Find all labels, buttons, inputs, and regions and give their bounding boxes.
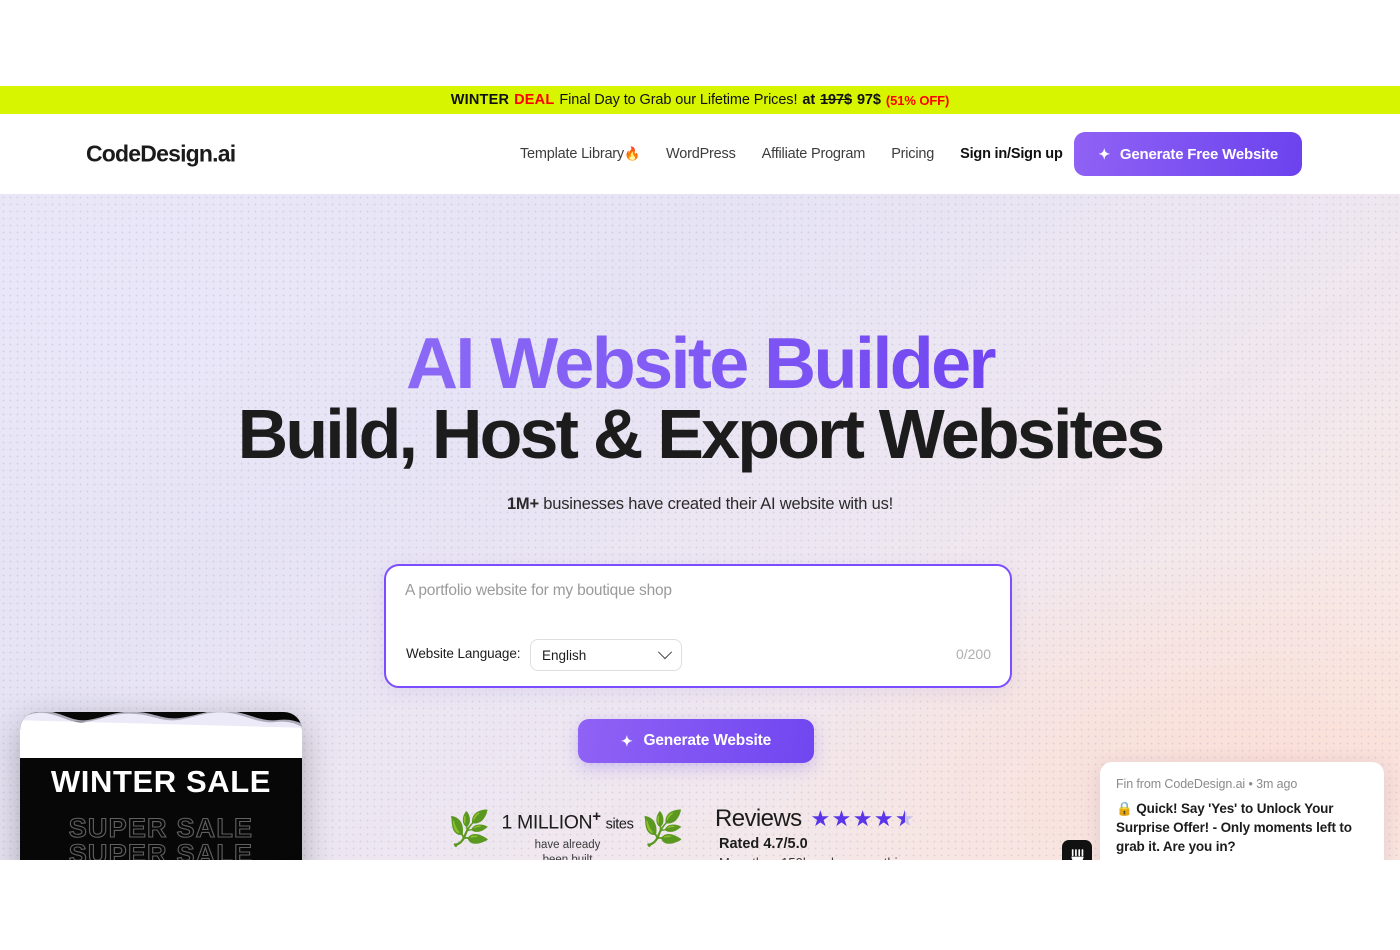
promo-banner[interactable]: WINTER DEAL Final Day to Grab our Lifeti… — [0, 86, 1400, 114]
character-counter: 0/200 — [955, 646, 991, 662]
promo-at-label: at — [802, 92, 816, 108]
website-language-label: Website Language: — [406, 646, 521, 661]
sparkle-icon: ✦ — [621, 733, 633, 749]
million-sub-line2: been built — [490, 853, 645, 860]
hero-title-gradient: AI Website Builder — [0, 328, 1400, 400]
hero-subtitle-count: 1M+ — [506, 495, 539, 513]
hero-subtitle-text: businesses have created their AI website… — [538, 495, 894, 513]
fin-avatar — [1062, 840, 1092, 860]
nav-label-template-library: Template Library — [520, 146, 624, 162]
ghost-line: SUPER SALE — [68, 839, 254, 860]
million-number: 1 MILLION — [501, 811, 593, 834]
million-text-group: 1 MILLION+ sites have already been built — [490, 808, 645, 860]
winter-sale-title: WINTER SALE — [50, 764, 272, 799]
nav-item-sign-in-sign-up[interactable]: Sign in/Sign up — [960, 146, 1063, 162]
star-icon: ★ — [873, 806, 894, 831]
hero-section: AI Website Builder Build, Host & Export … — [0, 194, 1400, 860]
rated-value: Rated 4.7/5.0 — [719, 836, 808, 852]
prompt-placeholder[interactable]: A portfolio website for my boutique shop — [405, 582, 672, 600]
website-language-value: English — [542, 647, 587, 663]
star-icon: ★ — [831, 806, 852, 831]
chevron-down-icon — [657, 645, 673, 660]
generate-free-website-button[interactable]: ✦ Generate Free Website — [1074, 132, 1302, 176]
half-star-icon: ★ ★ — [895, 806, 915, 831]
star-rating: ★ ★ ★ ★ ★ ★ — [811, 808, 916, 830]
million-sub-line1: have already — [534, 838, 601, 851]
promo-deal-text: DEAL — [514, 92, 555, 108]
prompt-input-box[interactable]: A portfolio website for my boutique shop… — [384, 564, 1012, 688]
promo-old-price: 197$ — [820, 92, 852, 108]
browser-viewport: WINTER DEAL Final Day to Grab our Lifeti… — [0, 0, 1400, 950]
promo-message: Final Day to Grab our Lifetime Prices! — [559, 92, 798, 108]
generate-website-button[interactable]: ✦ Generate Website — [578, 719, 814, 763]
nav-item-pricing[interactable]: Pricing — [891, 146, 934, 162]
star-icon: ★ — [852, 806, 873, 831]
million-sites-block: 🌿 🌿 1 MILLION+ sites have already been b… — [444, 808, 684, 860]
star-icon: ★ — [810, 806, 831, 831]
nav-item-affiliate-program[interactable]: Affiliate Program — [762, 146, 866, 162]
snow-decoration — [20, 712, 302, 758]
winter-sale-popup[interactable]: ✕ WINTER SALE SUPER SALE SUPER SALE SUPE… — [20, 712, 302, 860]
reviews-block: Reviews ★ ★ ★ ★ ★★ Rated 4.7/5.0 More th… — [715, 805, 1015, 860]
laurel-right-icon: 🌿 — [641, 810, 684, 848]
site-header: CodeDesign.ai Template Library🔥 WordPres… — [0, 114, 1400, 194]
sparkle-icon: ✦ — [1098, 146, 1110, 162]
laurel-left-icon: 🌿 — [448, 810, 491, 848]
million-plus: + — [592, 808, 601, 825]
hero-title-dark: Build, Host & Export Websites — [237, 395, 1166, 473]
million-subtext: have already been built — [490, 838, 645, 861]
fin-logo-icon — [1070, 848, 1084, 860]
main-navigation: Template Library🔥 WordPress Affiliate Pr… — [520, 146, 1063, 162]
promo-new-price: 97$ — [856, 92, 881, 108]
ghost-super-sale-text: SUPER SALE SUPER SALE SUPER SALE — [20, 813, 302, 860]
fire-icon: 🔥 — [624, 146, 640, 161]
nav-item-template-library[interactable]: Template Library🔥 — [520, 146, 640, 162]
cta-label: Generate Free Website — [1119, 145, 1278, 163]
hero-subtitle: 1M+ businesses have created their AI web… — [0, 495, 1400, 514]
reviews-label: Reviews — [715, 805, 802, 832]
nav-item-wordpress[interactable]: WordPress — [666, 146, 736, 162]
ghost-line: SUPER SALE — [68, 813, 254, 843]
chat-message-text: Quick! Say 'Yes' to Unlock Your Surprise… — [1116, 801, 1352, 855]
makers-count-text: More than 150k makers use this — [719, 855, 1015, 860]
logo[interactable]: CodeDesign.ai — [86, 141, 236, 168]
lock-icon: 🔒 — [1116, 801, 1133, 816]
million-sites-label: sites — [605, 816, 634, 833]
chat-message-body: 🔒 Quick! Say 'Yes' to Unlock Your Surpri… — [1116, 799, 1368, 856]
close-icon[interactable]: ✕ — [261, 727, 289, 755]
chat-message-card[interactable]: Fin from CodeDesign.ai • 3m ago 🔒 Quick!… — [1100, 762, 1384, 860]
generate-website-label: Generate Website — [643, 732, 772, 749]
promo-discount: (51% OFF) — [885, 92, 950, 108]
reviews-heading-row: Reviews ★ ★ ★ ★ ★ ★ — [715, 805, 1015, 833]
discount-ribbon: 51% OFF 51% OFF 51% OFF 51% OFF 51% — [20, 857, 302, 860]
website-language-select[interactable]: English — [530, 639, 682, 671]
million-headline: 1 MILLION+ sites — [490, 808, 645, 835]
promo-winter-text: WINTER — [450, 92, 510, 108]
chat-message-meta: Fin from CodeDesign.ai • 3m ago — [1116, 777, 1298, 791]
